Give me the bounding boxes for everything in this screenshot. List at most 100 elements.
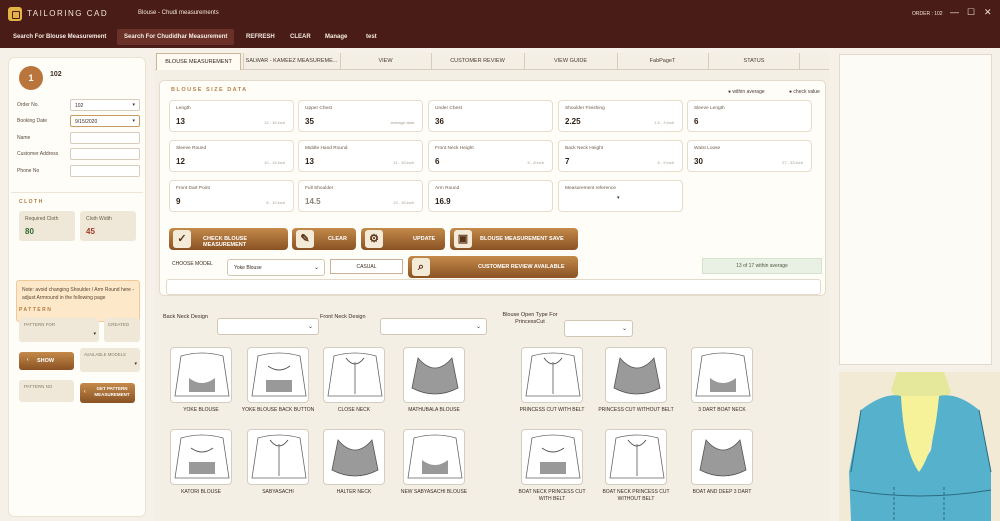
back-neck-design-caption: CLOSE NECK — [337, 407, 371, 413]
measurement-label: Shoulder Finishing — [565, 106, 605, 111]
princess-cut-design-thumbnail[interactable] — [521, 429, 583, 485]
measurement-value[interactable]: 12 — [176, 157, 185, 166]
cloth-width-box: Cloth Width 45 — [80, 211, 136, 241]
measurement-box[interactable]: Length 13 12 - 16 inch — [169, 100, 294, 132]
measurement-label: Upper Chest — [305, 106, 332, 111]
measurement-box[interactable]: Upper Chest 35 average data — [298, 100, 423, 132]
back-neck-design-caption: NEW SABYASACHI BLOUSE — [400, 489, 468, 495]
measurement-box[interactable]: Shoulder Finishing 2.25 1.5 - 3 inch — [558, 100, 683, 132]
measurement-value[interactable]: 13 — [305, 157, 314, 166]
created-field[interactable]: CREATED — [104, 318, 140, 342]
measurement-box[interactable]: Waist Loose 30 27 - 33 inch — [687, 140, 812, 172]
back-neck-design-thumbnail[interactable] — [247, 429, 309, 485]
show-button[interactable]: ‹ SHOW — [19, 352, 74, 370]
check-circle-icon: ✓ — [173, 230, 191, 248]
close-button[interactable]: ✕ — [984, 7, 992, 18]
phone-field[interactable] — [70, 165, 140, 177]
princess-cut-design-thumbnail[interactable] — [605, 347, 667, 403]
back-neck-design-caption: MATHUBALA BLOUSE — [408, 407, 460, 413]
front-neck-select[interactable]: ⌄ — [380, 318, 487, 335]
blouse-preview-drawing — [839, 372, 1000, 521]
measurement-value[interactable]: 16.9 — [435, 197, 451, 206]
chevron-down-icon: ▾ — [134, 361, 137, 367]
back-neck-select[interactable]: ⌄ — [217, 318, 319, 335]
back-neck-design-thumbnail[interactable] — [170, 347, 232, 403]
booking-date-picker[interactable]: 9/15/2020 ▾ — [70, 115, 140, 127]
measurement-value[interactable]: 36 — [435, 117, 444, 126]
measurement-value[interactable]: 35 — [305, 117, 314, 126]
order-no-select[interactable]: 102 ▾ — [70, 99, 140, 111]
measurement-box[interactable]: Under Chest 36 — [428, 100, 553, 132]
measurement-box[interactable]: Sleeve Length 6 — [687, 100, 812, 132]
tab-view-guide[interactable]: VIEW GUIDE — [524, 53, 616, 70]
open-type-label: Blouse Open Type For PrincessCut — [502, 312, 558, 325]
measurement-box[interactable]: Front Dart Point 9 8 - 10 inch — [169, 180, 294, 212]
princess-cut-design-thumbnail[interactable] — [691, 347, 753, 403]
address-label: Customer Address — [17, 151, 59, 157]
tab-salwar-kameez[interactable]: SALWAR - KAMEEZ MEASUREME... — [243, 53, 339, 70]
tab-status[interactable]: STATUS — [708, 53, 800, 70]
tab-view[interactable]: VIEW — [340, 53, 430, 70]
measurement-box[interactable]: Back Neck Height 7 6 - 9 inch — [558, 140, 683, 172]
back-neck-design-thumbnail[interactable] — [403, 347, 465, 403]
measurement-value[interactable]: 7 — [565, 157, 569, 166]
measurement-value[interactable]: 6 — [435, 157, 439, 166]
measurement-value[interactable]: 30 — [694, 157, 703, 166]
measurement-value[interactable]: 2.25 — [565, 117, 581, 126]
available-models-select[interactable]: AVAILABLE MODELS ▾ — [80, 348, 140, 372]
app-logo-icon — [8, 7, 22, 21]
customer-review-button[interactable]: ⌕ CUSTOMER REVIEW AVAILABLE — [408, 256, 578, 278]
princess-cut-design-caption: 3 DART BOAT NECK — [698, 407, 746, 413]
measurement-box[interactable]: Middle Hand Round 13 11 - 15 inch — [298, 140, 423, 172]
measurement-box[interactable]: Front Neck Height 6 5 - 8 inch — [428, 140, 553, 172]
tab-fabpaget[interactable]: FabPageT — [617, 53, 707, 70]
minimize-button[interactable]: — — [950, 7, 959, 17]
avatar: 1 — [19, 66, 43, 90]
open-type-select[interactable]: ⌄ — [564, 320, 633, 337]
menu-bar: Search For Blouse Measurement Search For… — [0, 28, 1000, 48]
back-neck-design-thumbnail[interactable] — [323, 347, 385, 403]
tab-customer-review[interactable]: CUSTOMER REVIEW — [431, 53, 523, 70]
measurement-box[interactable]: Measurement reference ▾ — [558, 180, 683, 212]
measurement-value[interactable]: 9 — [176, 197, 180, 206]
pattern-title: PATTERN — [19, 307, 53, 313]
menu-manage[interactable]: Manage — [325, 34, 347, 40]
maximize-button[interactable]: ☐ — [967, 7, 975, 18]
pattern-for-select[interactable]: PATTERN FOR ▾ — [19, 318, 99, 342]
address-field[interactable] — [70, 148, 140, 160]
menu-search-chudidhar[interactable]: Search For Chudidhar Measurement — [117, 29, 235, 45]
menu-search-blouse[interactable]: Search For Blouse Measurement — [13, 34, 106, 40]
shoulder-note: Note: avoid changing Shoulder / Arm Roun… — [16, 280, 140, 322]
casual-field[interactable]: CASUAL — [330, 259, 403, 274]
princess-cut-design-thumbnail[interactable] — [521, 347, 583, 403]
update-button[interactable]: ⚙ UPDATE — [361, 228, 445, 250]
chevron-down-icon: ▾ — [132, 102, 135, 108]
model-select[interactable]: Yoke Blouse ⌄ — [227, 259, 325, 276]
remarks-bar[interactable] — [166, 279, 821, 295]
back-neck-design-thumbnail[interactable] — [323, 429, 385, 485]
measurement-box[interactable]: Sleeve Round 12 10 - 14 inch — [169, 140, 294, 172]
name-field[interactable] — [70, 132, 140, 144]
measurement-value[interactable]: 14.5 — [305, 197, 321, 206]
tab-blouse-measurement[interactable]: BLOUSE MEASUREMENT — [156, 53, 241, 70]
blouse-preview — [839, 372, 1000, 521]
measurement-value[interactable]: 13 — [176, 117, 185, 126]
measurement-box[interactable]: Arm Round 16.9 — [428, 180, 553, 212]
menu-clear[interactable]: CLEAR — [290, 34, 311, 40]
back-neck-design-thumbnail[interactable] — [403, 429, 465, 485]
pattern-no-field[interactable]: PATTERN NO — [19, 380, 74, 402]
customer-panel: 1 102 Order No. 102 ▾ Booking Date 9/15/2… — [8, 57, 146, 517]
back-neck-design-thumbnail[interactable] — [170, 429, 232, 485]
measurement-label: Front Neck Height — [435, 146, 474, 151]
menu-refresh[interactable]: REFRESH — [246, 34, 275, 40]
get-pattern-button[interactable]: ‹ GET PATTERN MEASUREMENT — [80, 383, 135, 403]
princess-cut-design-thumbnail[interactable] — [605, 429, 667, 485]
measurement-box[interactable]: Full Shoulder 14.5 13 - 16 inch — [298, 180, 423, 212]
back-neck-design-thumbnail[interactable] — [247, 347, 309, 403]
save-measurement-button[interactable]: ▣ BLOUSE MEASUREMENT SAVE — [450, 228, 578, 250]
measurement-value[interactable]: 6 — [694, 117, 698, 126]
clear-button[interactable]: ✎ CLEAR — [292, 228, 356, 250]
check-measurement-button[interactable]: ✓ CHECK BLOUSE MEASUREMENT — [169, 228, 288, 250]
menu-test[interactable]: test — [366, 34, 377, 40]
princess-cut-design-thumbnail[interactable] — [691, 429, 753, 485]
